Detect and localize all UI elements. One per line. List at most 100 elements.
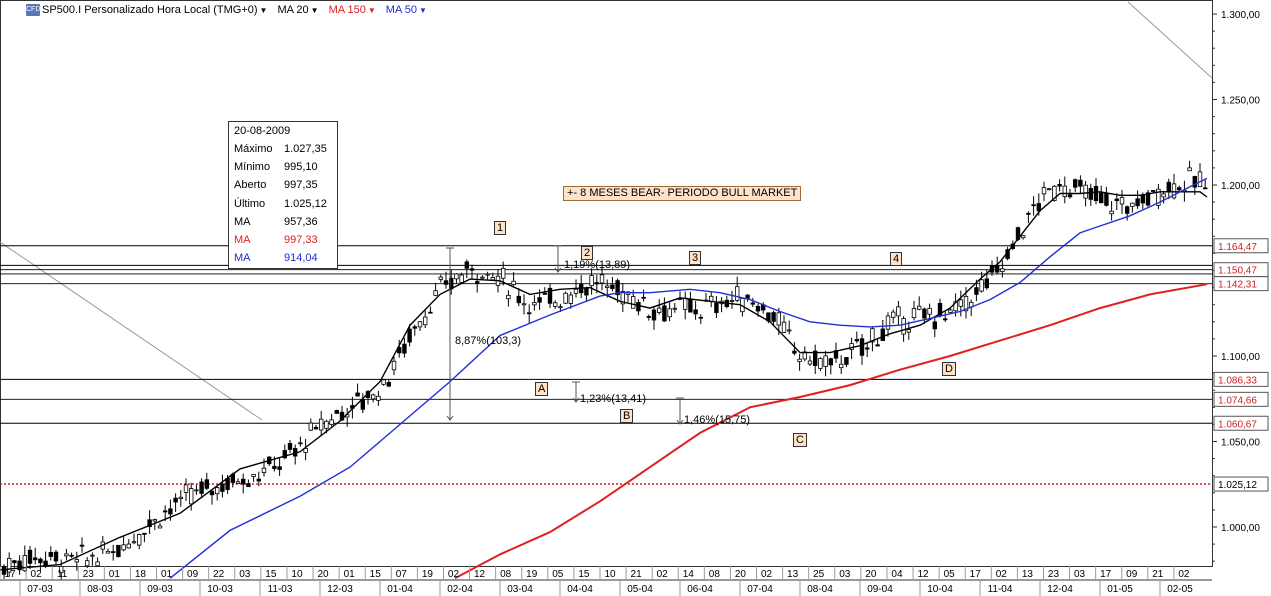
x-month-label: 03-04 <box>507 584 533 595</box>
x-month-label: 10-04 <box>927 584 953 595</box>
candle-body <box>631 296 636 309</box>
candle-body <box>927 307 932 315</box>
y-tick-label: 1.050,00 <box>1221 438 1260 449</box>
x-day-label: 11 <box>57 569 68 580</box>
x-day-label: 04 <box>891 569 903 580</box>
x-day-label: 03 <box>839 569 851 580</box>
tooltip-date: 20-08-2009 <box>234 125 291 137</box>
candle-body <box>792 350 797 354</box>
tooltip-row: MA 914,04 <box>229 249 337 267</box>
candle-body <box>651 309 657 321</box>
x-month-label: 08-03 <box>87 584 113 595</box>
candle-body <box>776 312 781 326</box>
candle-body <box>714 302 719 314</box>
x-day-label: 02 <box>761 569 773 580</box>
candle-body <box>818 358 823 369</box>
candle-body <box>911 308 917 319</box>
x-day-label: 15 <box>265 569 277 580</box>
candle-body <box>459 274 464 283</box>
x-day-label: 02 <box>31 569 43 580</box>
ma20-selector[interactable]: MA 20 ▼ <box>277 4 318 16</box>
candle-body <box>318 418 324 431</box>
chevron-down-icon: ▼ <box>259 5 268 15</box>
candle-body <box>1031 204 1036 207</box>
candle-body <box>1062 185 1067 197</box>
candle-body <box>168 508 173 515</box>
candle-body <box>667 308 672 318</box>
candle-body <box>1135 198 1140 207</box>
x-day-label: 03 <box>1074 569 1086 580</box>
candle-body <box>469 268 475 271</box>
retrace-annotation: 1,19%(13,89) <box>564 259 630 271</box>
market-banner: +- 8 MESES BEAR- PERIODO BULL MARKET <box>563 186 802 201</box>
x-day-label: 14 <box>683 569 695 580</box>
level-price-label: 1.074,66 <box>1218 395 1257 406</box>
candle-body <box>1203 187 1208 190</box>
x-month-label: 01-04 <box>387 584 413 595</box>
candle-body <box>1151 190 1156 192</box>
candle-body <box>865 347 870 350</box>
candle-body <box>261 467 267 474</box>
candlestick-chart[interactable]: 8,87%(103,3) 1,19%(13,89) 1,23%(13,41) 1,46… <box>0 0 1271 596</box>
candle-body <box>787 329 792 332</box>
tooltip-key: MA <box>234 252 251 265</box>
candle-body <box>126 543 131 549</box>
candle-body <box>589 275 594 287</box>
candle-body <box>906 329 911 333</box>
x-day-label: 02 <box>996 569 1008 580</box>
chart-toolbar: CFD SP500.I Personalizado Hora Local (TM… <box>0 0 437 20</box>
x-month-label: 10-03 <box>207 584 233 595</box>
candle-body <box>370 394 376 400</box>
candle-body <box>360 399 365 410</box>
candle-body <box>1026 212 1031 215</box>
candle-body <box>683 297 688 310</box>
tooltip-row: Aberto 997,35 <box>229 176 337 194</box>
x-day-label: 05 <box>944 569 956 580</box>
x-day-label: 20 <box>317 569 329 580</box>
x-day-label: 01 <box>161 569 173 580</box>
candle-body <box>490 277 495 281</box>
x-day-label: 25 <box>813 569 825 580</box>
x-day-label: 13 <box>787 569 799 580</box>
candle-body <box>152 519 157 522</box>
candle-body <box>958 299 963 307</box>
candle-body <box>1177 187 1182 191</box>
y-tick-label: 1.250,00 <box>1221 96 1260 107</box>
candle-body <box>116 544 121 558</box>
wave-label-c: C <box>793 433 807 447</box>
candle-body <box>828 358 833 366</box>
x-day-label: 19 <box>526 569 538 580</box>
candle-body <box>27 549 33 564</box>
candle-body <box>121 544 126 551</box>
y-tick-label: 1.100,00 <box>1221 352 1260 363</box>
candle-body <box>391 360 397 371</box>
candle-body <box>1099 192 1104 204</box>
candle-body <box>807 360 813 365</box>
symbol-selector[interactable]: SP500.I Personalizado Hora Local (TMG+0)… <box>42 4 267 16</box>
x-day-label: 12 <box>474 569 486 580</box>
ma50-selector[interactable]: MA 50 ▼ <box>386 4 427 16</box>
candle-body <box>896 306 901 317</box>
candle-body <box>901 318 906 335</box>
x-day-label: 23 <box>1048 569 1060 580</box>
ma50-label: MA 50 <box>385 4 417 16</box>
tooltip-key: Aberto <box>234 179 267 192</box>
candle-body <box>584 287 589 296</box>
candle-body <box>688 298 693 313</box>
candle-body <box>1093 185 1099 202</box>
x-month-label: 02-05 <box>1167 584 1193 595</box>
candle-body <box>79 544 85 547</box>
candle-body <box>417 321 423 328</box>
candle-body <box>386 381 391 387</box>
ma150-selector[interactable]: MA 150 ▼ <box>329 4 376 16</box>
candle-body <box>1021 235 1026 239</box>
candle-body <box>1067 194 1073 198</box>
x-day-label: 17 <box>1100 569 1112 580</box>
candle-body <box>995 265 1000 273</box>
x-day-label: 09 <box>1126 569 1138 580</box>
candle-body <box>157 525 163 529</box>
candle-body <box>657 307 662 313</box>
candle-body <box>43 560 48 567</box>
candle-body <box>277 466 282 470</box>
wave-label-1: 1 <box>494 221 507 235</box>
